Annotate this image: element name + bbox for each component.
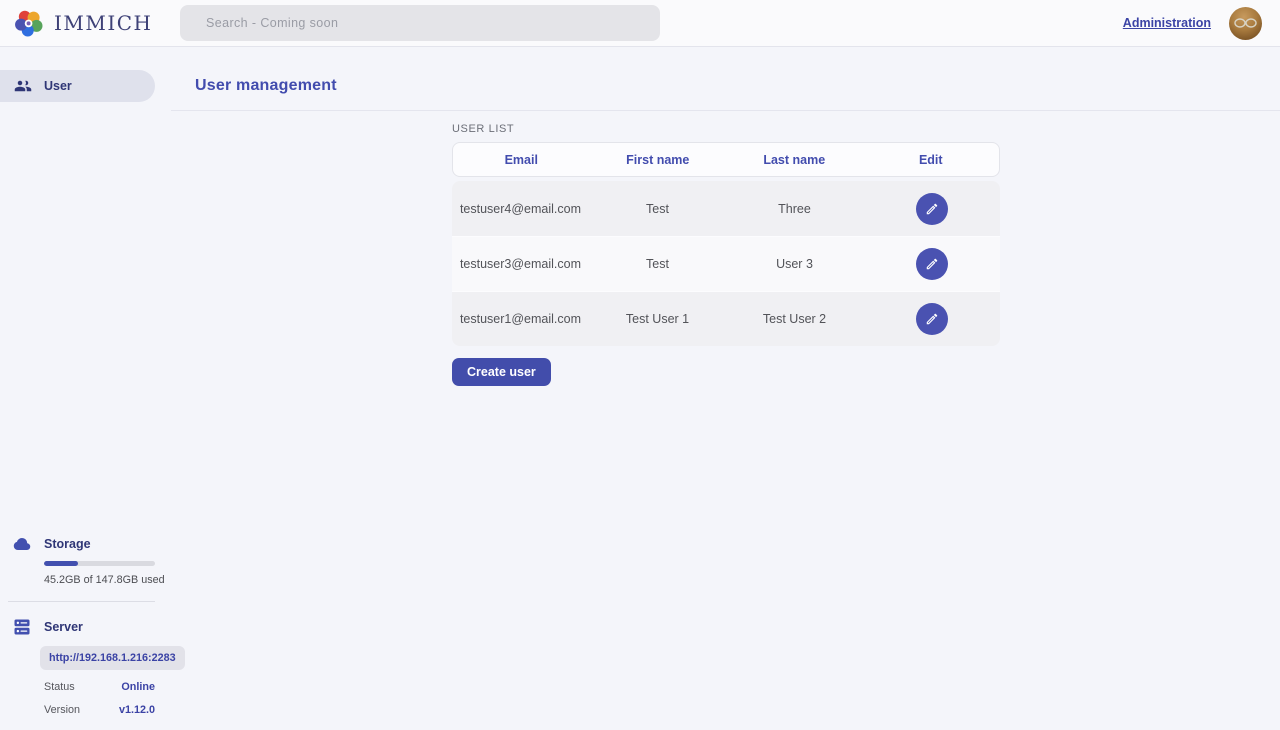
table-row: testuser4@email.com Test Three [452,181,1000,236]
server-status-value: Online [121,681,155,693]
storage-progress-bar [44,561,155,566]
edit-user-button[interactable] [916,248,948,280]
cell-last-name: Three [726,202,863,216]
server-url-badge: http://192.168.1.216:2283 [40,646,185,670]
column-header-email: Email [453,153,590,167]
pencil-icon [925,312,939,326]
column-header-last-name: Last name [726,153,863,167]
table-row: testuser3@email.com Test User 3 [452,236,1000,291]
user-table-header: Email First name Last name Edit [452,142,1000,177]
page-title: User management [171,47,1280,95]
server-status-row: Status Online [44,681,155,693]
users-icon [14,77,32,95]
top-bar: IMMICH Administration [0,0,1280,47]
storage-title: Storage [44,537,91,551]
administration-link[interactable]: Administration [1123,16,1211,30]
cell-email: testuser4@email.com [452,202,589,216]
server-title: Server [44,620,83,634]
cell-first-name: Test [589,257,726,271]
main-content: User management USER LIST Email First na… [171,47,1280,730]
user-avatar[interactable] [1229,7,1262,40]
app-title: IMMICH [54,11,153,35]
sidebar-item-user[interactable]: User [0,70,155,102]
cell-first-name: Test [589,202,726,216]
immich-logo-icon [14,8,44,38]
user-list-label: USER LIST [452,123,1000,135]
server-version-value: v1.12.0 [119,704,155,716]
glasses-icon [1234,18,1257,28]
column-header-first-name: First name [590,153,727,167]
server-version-label: Version [44,704,80,716]
pencil-icon [925,257,939,271]
server-status-label: Status [44,681,75,693]
cell-email: testuser3@email.com [452,257,589,271]
search-input[interactable] [180,5,660,41]
cell-last-name: Test User 2 [726,312,863,326]
server-version-row: Version v1.12.0 [44,704,155,716]
server-section-header: Server [0,618,171,636]
cell-last-name: User 3 [726,257,863,271]
server-icon [13,618,31,636]
create-user-button[interactable]: Create user [452,358,551,386]
app-logo[interactable]: IMMICH [0,8,180,38]
edit-user-button[interactable] [916,303,948,335]
table-row: testuser1@email.com Test User 1 Test Use… [452,291,1000,346]
storage-section-header: Storage [0,535,171,553]
edit-user-button[interactable] [916,193,948,225]
column-header-edit: Edit [863,153,1000,167]
sidebar-item-user-label: User [44,79,72,93]
sidebar-status-panel: Storage 45.2GB of 147.8GB used Server ht… [0,535,171,730]
cloud-icon [13,535,31,553]
pencil-icon [925,202,939,216]
sidebar-divider [8,601,155,602]
cell-email: testuser1@email.com [452,312,589,326]
cell-first-name: Test User 1 [589,312,726,326]
sidebar: User Storage 45.2GB of 147.8GB used [0,47,171,730]
storage-progress-fill [44,561,78,566]
user-table-body: testuser4@email.com Test Three testuser3… [452,181,1000,346]
storage-usage-text: 45.2GB of 147.8GB used [44,574,171,586]
